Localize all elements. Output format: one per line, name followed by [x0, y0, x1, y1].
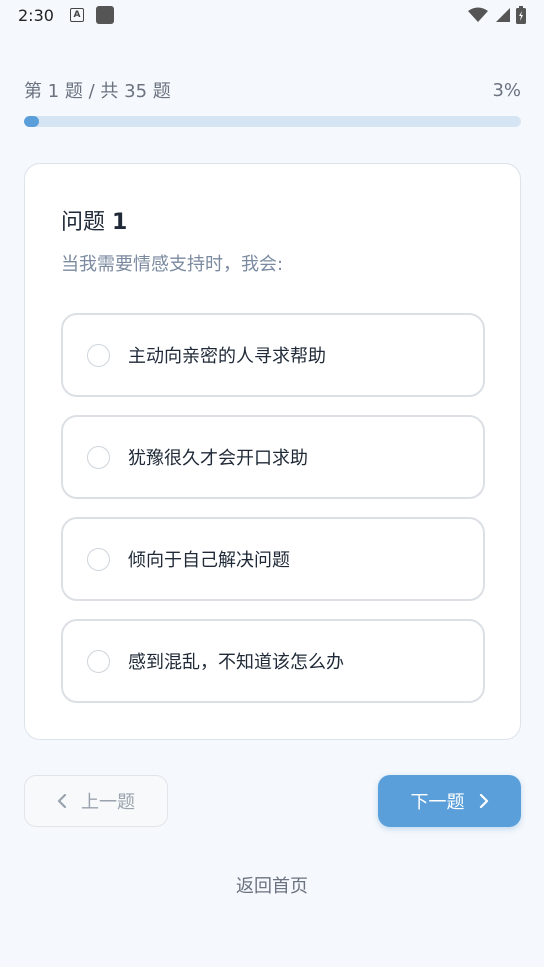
answer-option-label: 犹豫很久才会开口求助 — [128, 448, 308, 469]
answer-option-4[interactable]: 感到混乱，不知道该怎么办 — [61, 619, 485, 703]
answer-option-label: 主动向亲密的人寻求帮助 — [128, 346, 326, 367]
question-title: 问题 1 — [61, 204, 127, 236]
radio-circle-icon[interactable] — [87, 649, 110, 673]
question-card: 问题 1 当我需要情感支持时，我会: 主动向亲密的人寻求帮助 犹豫很久才会开口求… — [24, 163, 521, 740]
radio-circle-icon[interactable] — [87, 547, 110, 571]
chevron-right-icon — [479, 794, 488, 808]
question-text: 当我需要情感支持时，我会: — [61, 254, 284, 275]
status-time: 2:30 — [18, 5, 54, 25]
next-button-label: 下一题 — [410, 792, 465, 813]
progress-label: 第 1 题 / 共 35 题 — [24, 81, 171, 102]
prev-button-label: 上一题 — [81, 792, 135, 813]
status-bar: 2:30 A — [0, 0, 544, 30]
question-title-prefix: 问题 — [61, 210, 112, 235]
progress-percent: 3% — [492, 79, 521, 101]
back-to-home-link[interactable]: 返回首页 — [0, 872, 544, 898]
radio-circle-icon[interactable] — [87, 445, 110, 469]
prev-question-button[interactable]: 上一题 — [24, 775, 168, 827]
next-question-button[interactable]: 下一题 — [378, 775, 521, 827]
progress-bar-fill — [24, 116, 39, 127]
cellular-signal-icon — [496, 8, 510, 22]
progress-header: 第 1 题 / 共 35 题 3% — [24, 76, 521, 104]
answer-option-1[interactable]: 主动向亲密的人寻求帮助 — [61, 313, 485, 397]
notification-square-icon — [95, 6, 114, 24]
app-notification-icon: A — [69, 8, 84, 22]
wifi-icon — [468, 7, 488, 22]
question-number: 1 — [112, 210, 128, 235]
answer-option-label: 感到混乱，不知道该怎么办 — [128, 652, 344, 673]
answer-option-2[interactable]: 犹豫很久才会开口求助 — [61, 415, 485, 499]
answer-option-3[interactable]: 倾向于自己解决问题 — [61, 517, 485, 601]
progress-bar — [24, 116, 521, 127]
answer-option-label: 倾向于自己解决问题 — [128, 550, 290, 571]
chevron-left-icon — [57, 794, 67, 808]
radio-circle-icon[interactable] — [87, 343, 110, 367]
battery-charging-icon — [516, 6, 526, 24]
